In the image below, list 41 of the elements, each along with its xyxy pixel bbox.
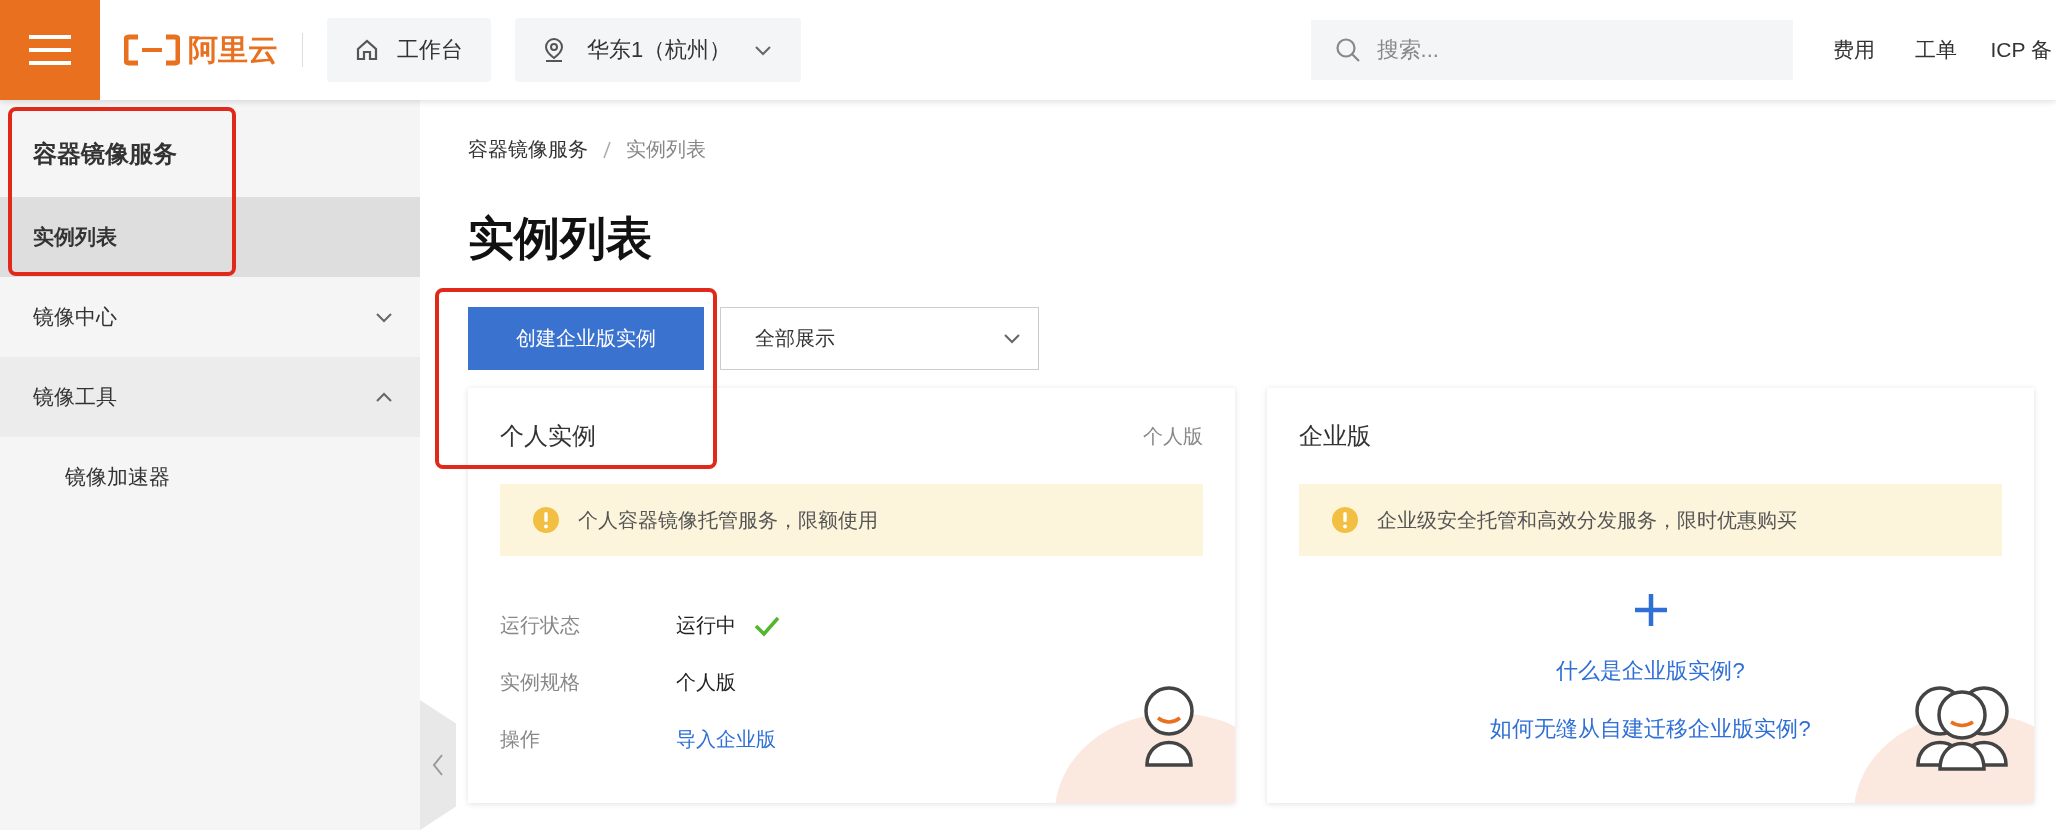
page-title: 实例列表	[468, 215, 653, 261]
card-title: 个人实例	[500, 421, 596, 451]
field-label: 实例规格	[500, 670, 581, 695]
status-text: 运行中	[676, 613, 736, 638]
breadcrumb-link[interactable]: 容器镜像服务	[468, 136, 588, 163]
nav-link[interactable]: ICP 备	[1990, 36, 2052, 64]
nav-link[interactable]: 费用	[1832, 36, 1875, 64]
region-select[interactable]: 华东1（杭州）	[515, 18, 802, 82]
chevron-left-icon	[431, 753, 445, 777]
import-link[interactable]: 导入企业版	[676, 726, 776, 753]
warning-icon	[532, 506, 560, 534]
breadcrumb-current: 实例列表	[626, 137, 706, 162]
location-pin-icon	[543, 37, 565, 63]
sidebar-group[interactable]: 镜像中心	[0, 277, 420, 357]
field-value: 个人版	[676, 670, 737, 695]
sidebar-title: 容器镜像服务	[33, 140, 177, 168]
sidebar-item[interactable]: 实例列表	[0, 197, 420, 277]
logo-icon	[124, 34, 180, 66]
check-icon	[754, 614, 780, 637]
plus-icon[interactable]	[1632, 592, 1669, 628]
slash-icon	[602, 139, 612, 160]
create-instance-button[interactable]: 创建企业版实例	[468, 307, 704, 370]
edition-label: 个人版	[1143, 423, 1203, 449]
notice-text: 个人容器镜像托管服务，限额使用	[578, 507, 878, 533]
help-link[interactable]: 什么是企业版实例?	[1556, 656, 1745, 686]
sidebar-item[interactable]: 镜像加速器	[0, 437, 420, 517]
warning-icon	[1331, 506, 1359, 534]
menu-button[interactable]	[0, 0, 100, 100]
card-title: 企业版	[1299, 421, 1371, 451]
search-field[interactable]: 搜索...	[1310, 20, 1793, 80]
home-icon	[355, 38, 379, 62]
field-label: 操作	[500, 727, 541, 752]
filter-select[interactable]: 全部展示	[720, 307, 1039, 370]
help-link[interactable]: 如何无缝从自建迁移企业版实例?	[1490, 714, 1811, 744]
brand-name: 阿里云	[188, 31, 278, 68]
nav-link[interactable]: 工单	[1914, 36, 1957, 64]
field-label: 运行状态	[500, 613, 581, 638]
notice-text: 企业级安全托管和高效分发服务，限时优惠购买	[1377, 507, 1797, 533]
workbench-button[interactable]: 工作台	[327, 18, 491, 82]
sidebar-group[interactable]: 镜像工具	[0, 357, 420, 437]
menu-icon	[29, 33, 71, 67]
